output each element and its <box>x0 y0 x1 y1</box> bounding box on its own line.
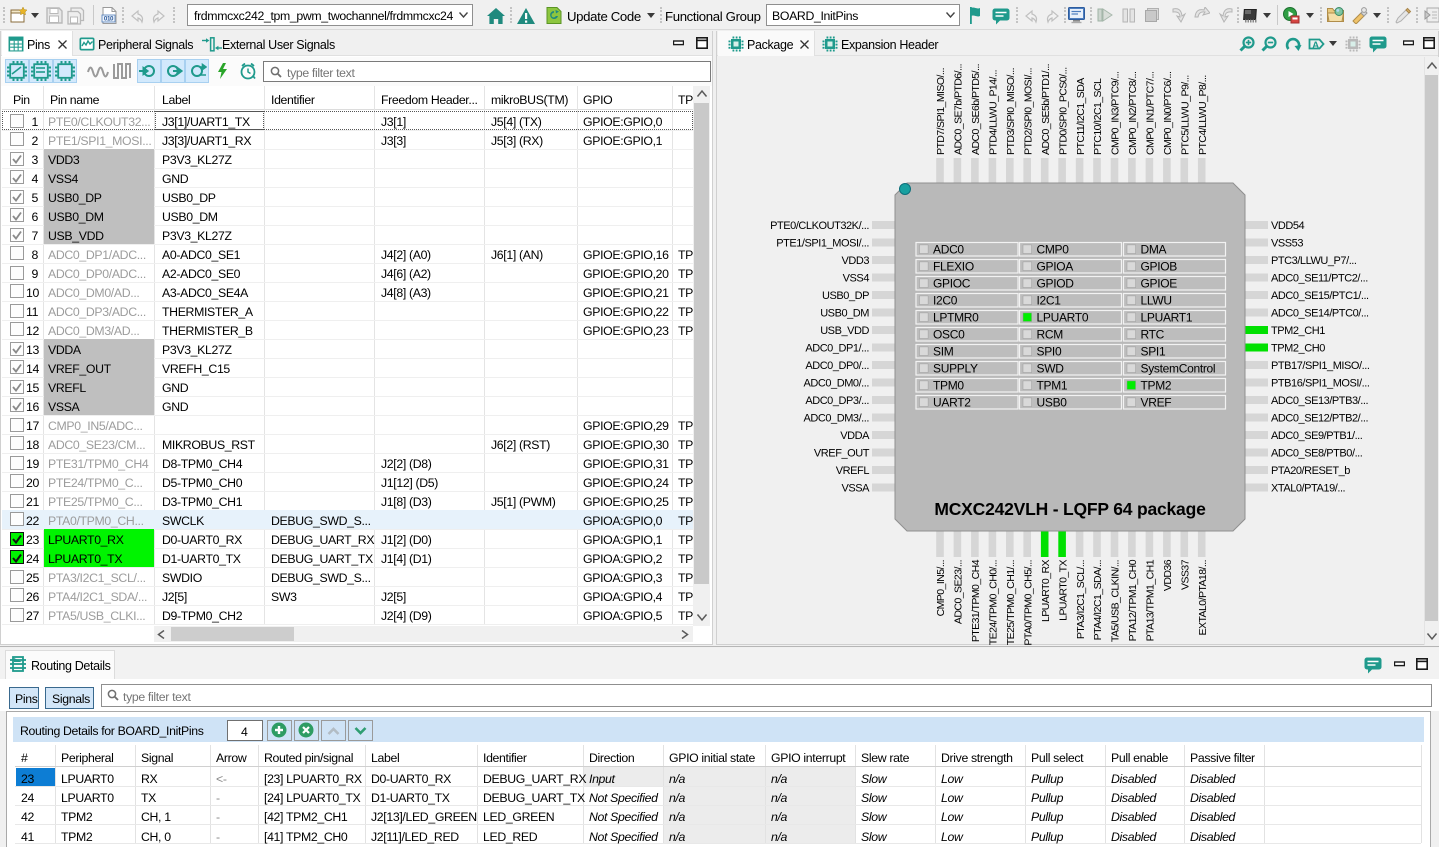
svg-text:USB0: USB0 <box>1037 395 1068 409</box>
svg-text:VSS53: VSS53 <box>1271 238 1303 250</box>
svg-text:RTC: RTC <box>1141 327 1165 341</box>
svg-text:ADC0_DM0/...: ADC0_DM0/... <box>803 378 869 390</box>
svg-text:USB0_DP: USB0_DP <box>822 290 869 302</box>
svg-text:ADC0_SE23/...: ADC0_SE23/... <box>953 560 965 624</box>
svg-text:PTB17/SPI1_MISO/...: PTB17/SPI1_MISO/... <box>1271 360 1370 372</box>
svg-text:010: 010 <box>104 16 114 23</box>
svg-text:PTC3/LLWU_P7/...: PTC3/LLWU_P7/... <box>1271 255 1357 267</box>
svg-text:SPI0: SPI0 <box>1037 344 1062 358</box>
svg-text:VSS37: VSS37 <box>1180 559 1192 590</box>
svg-text:LPUART0_TX: LPUART0_TX <box>1057 559 1069 620</box>
svg-text:ADC0_SE14/PTC0/...: ADC0_SE14/PTC0/... <box>1271 308 1369 320</box>
svg-text:SPI1: SPI1 <box>1141 344 1166 358</box>
svg-text:UART2: UART2 <box>933 395 971 409</box>
svg-text:PTE1/SPI1_MOSI/...: PTE1/SPI1_MOSI/... <box>776 238 869 250</box>
svg-text:CMP0_IN1/PTC7/...: CMP0_IN1/PTC7/... <box>1145 72 1157 155</box>
svg-text:ADC0_DM3/...: ADC0_DM3/... <box>803 413 869 425</box>
svg-text:GPIOB: GPIOB <box>1141 259 1178 273</box>
svg-text:PTA12/TPM1_CH0: PTA12/TPM1_CH0 <box>1127 559 1139 641</box>
svg-text:PTA3/I2C1_SCL/...: PTA3/I2C1_SCL/... <box>1075 560 1087 639</box>
svg-text:VDD36: VDD36 <box>1162 559 1174 591</box>
svg-text:GPIOC: GPIOC <box>933 276 971 290</box>
svg-text:LPUART0: LPUART0 <box>1037 310 1089 324</box>
svg-text:VSSA: VSSA <box>841 483 870 495</box>
svg-text:I2C0: I2C0 <box>933 293 958 307</box>
svg-text:CMP0_IN2/PTC8/...: CMP0_IN2/PTC8/... <box>1127 72 1139 155</box>
svg-text:VREF: VREF <box>1141 395 1172 409</box>
svg-text:FLEXIO: FLEXIO <box>933 259 974 273</box>
svg-text:GPIOA: GPIOA <box>1037 259 1074 273</box>
svg-text:VDDA: VDDA <box>840 430 870 442</box>
svg-text:TE24/TPM0_CH0/...: TE24/TPM0_CH0/... <box>988 560 1000 645</box>
svg-text:LPUART0_RX: LPUART0_RX <box>1040 559 1052 622</box>
svg-text:SystemControl: SystemControl <box>1141 361 1216 375</box>
svg-text:TPM2_CH0: TPM2_CH0 <box>1271 343 1325 355</box>
svg-text:LLWU: LLWU <box>1141 293 1172 307</box>
svg-text:SIM: SIM <box>933 344 954 358</box>
svg-text:CMP0_IN0/PTC6/...: CMP0_IN0/PTC6/... <box>1162 72 1174 155</box>
svg-text:ADC0_DP0/...: ADC0_DP0/... <box>805 360 869 372</box>
svg-text:VREFL: VREFL <box>836 465 870 477</box>
svg-text:DMA: DMA <box>1141 242 1167 256</box>
svg-text:PTE0/CLKOUT32K/...: PTE0/CLKOUT32K/... <box>770 220 869 232</box>
svg-text:PTD2/SPI0_MOSI/...: PTD2/SPI0_MOSI/... <box>1022 68 1034 155</box>
svg-text:OSC0: OSC0 <box>933 327 965 341</box>
svg-text:ADC0_DP1/...: ADC0_DP1/... <box>805 343 869 355</box>
svg-text:ADC0: ADC0 <box>933 242 964 256</box>
svg-text:PTC10/I2C1_SCL: PTC10/I2C1_SCL <box>1092 78 1104 155</box>
svg-text:VSS4: VSS4 <box>843 273 870 285</box>
svg-text:TPM1: TPM1 <box>1037 378 1068 392</box>
svg-text:TPM2_CH1: TPM2_CH1 <box>1271 325 1325 337</box>
svg-text:CMP0_IN5/...: CMP0_IN5/... <box>935 560 947 616</box>
svg-text:GPIOD: GPIOD <box>1037 276 1075 290</box>
svg-text:ADC0_SE6b/PTD5/...: ADC0_SE6b/PTD5/... <box>970 64 982 155</box>
svg-text:I2C1: I2C1 <box>1037 293 1062 307</box>
svg-text:ADC0_SE9/PTB1/...: ADC0_SE9/PTB1/... <box>1271 430 1363 442</box>
svg-text:PTD4/LLWU_P14/...: PTD4/LLWU_P14/... <box>988 70 1000 155</box>
svg-text:EXTAL0/PTA18/...: EXTAL0/PTA18/... <box>1197 560 1209 635</box>
svg-text:ADC0_SE5b/PTD1/...: ADC0_SE5b/PTD1/... <box>1040 64 1052 155</box>
svg-text:ADC0_SE12/PTB2/...: ADC0_SE12/PTB2/... <box>1271 413 1368 425</box>
svg-text:XTAL0/PTA19/...: XTAL0/PTA19/... <box>1271 483 1346 495</box>
svg-text:GPIOE: GPIOE <box>1141 276 1178 290</box>
svg-text:MCXC242VLH - LQFP 64 package: MCXC242VLH - LQFP 64 package <box>934 499 1206 519</box>
svg-text:TA5/USB_CLKIN/...: TA5/USB_CLKIN/... <box>1110 560 1122 642</box>
svg-text:TPM2: TPM2 <box>1141 378 1172 392</box>
svg-text:PTD3/SPI0_MISO/...: PTD3/SPI0_MISO/... <box>1005 68 1017 155</box>
svg-text:SUPPLY: SUPPLY <box>933 361 978 375</box>
svg-text:LPUART1: LPUART1 <box>1141 310 1193 324</box>
svg-text:USB_VDD: USB_VDD <box>820 325 869 337</box>
svg-text:A: A <box>1312 40 1319 51</box>
svg-text:CMP0_IN3/PTC9/...: CMP0_IN3/PTC9/... <box>1110 72 1122 155</box>
svg-text:PTB16/SPI1_MOSI/...: PTB16/SPI1_MOSI/... <box>1271 378 1370 390</box>
svg-text:PTD0/SPI0_PCS0/...: PTD0/SPI0_PCS0/... <box>1057 67 1069 155</box>
svg-text:PTC4/LLWU_P8/...: PTC4/LLWU_P8/... <box>1197 75 1209 155</box>
svg-text:PTA13/TPM1_CH1: PTA13/TPM1_CH1 <box>1145 559 1157 641</box>
svg-text:ADC0_DP3/...: ADC0_DP3/... <box>805 395 869 407</box>
svg-text:CMP0: CMP0 <box>1037 242 1070 256</box>
svg-text:SWD: SWD <box>1037 361 1065 375</box>
svg-text:RCM: RCM <box>1037 327 1064 341</box>
svg-text:TE25/TPM0_CH1/...: TE25/TPM0_CH1/... <box>1005 560 1017 645</box>
svg-text:PTD7/SPI1_MISO/...: PTD7/SPI1_MISO/... <box>935 68 947 155</box>
svg-text:LPTMR0: LPTMR0 <box>933 310 979 324</box>
svg-text:ADC0_SE15/PTC1/...: ADC0_SE15/PTC1/... <box>1271 290 1369 302</box>
svg-text:PTA20/RESET_b: PTA20/RESET_b <box>1271 465 1350 477</box>
svg-text:ADC0_SE13/PTB3/...: ADC0_SE13/PTB3/... <box>1271 395 1368 407</box>
svg-text:PTC5/LLWU_P9/...: PTC5/LLWU_P9/... <box>1180 75 1192 155</box>
svg-text:VDD54: VDD54 <box>1271 220 1305 232</box>
svg-text:VDD3: VDD3 <box>841 255 869 267</box>
svg-text:PTA0/TPM0_CH5/...: PTA0/TPM0_CH5/... <box>1022 560 1034 645</box>
svg-text:PTE31/TPM0_CH4: PTE31/TPM0_CH4 <box>970 559 982 642</box>
svg-text:ADC0_SE7b/PTD6/...: ADC0_SE7b/PTD6/... <box>953 64 965 155</box>
svg-text:USB0_DM: USB0_DM <box>820 308 869 320</box>
svg-text:TPM0: TPM0 <box>933 378 964 392</box>
svg-text:PTC11/I2C1_SDA: PTC11/I2C1_SDA <box>1075 78 1087 155</box>
svg-text:ADC0_SE11/PTC2/...: ADC0_SE11/PTC2/... <box>1271 273 1368 285</box>
svg-text:VREF_OUT: VREF_OUT <box>814 448 870 460</box>
svg-text:ADC0_SE8/PTB0/...: ADC0_SE8/PTB0/... <box>1271 448 1363 460</box>
svg-text:PTA4/I2C1_SDA/...: PTA4/I2C1_SDA/... <box>1092 560 1104 640</box>
